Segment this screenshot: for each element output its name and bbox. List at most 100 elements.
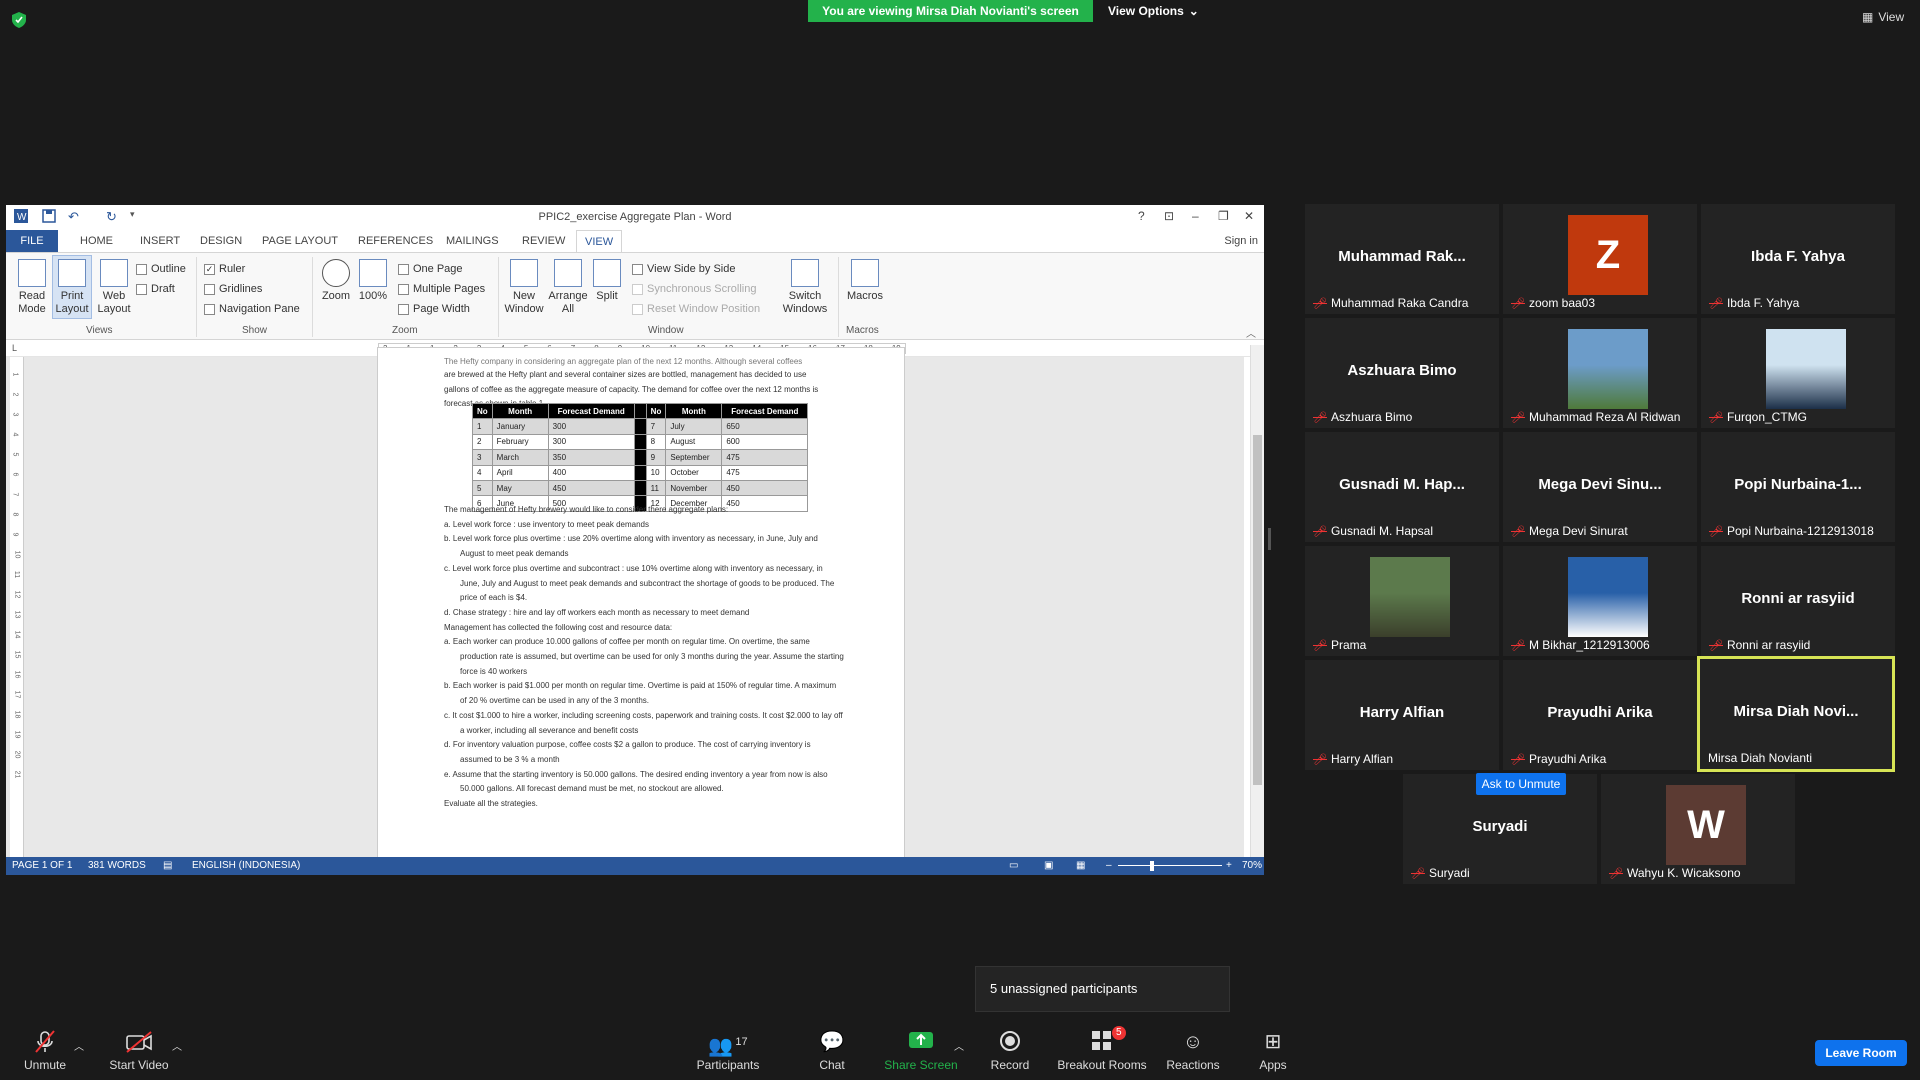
participant-tile[interactable]: Z 🎤︎ zoom baa03 (1503, 204, 1697, 314)
group-divider (196, 257, 197, 337)
tab-review[interactable]: REVIEW (514, 230, 573, 252)
muted-mic-icon: 🎤︎ (1511, 525, 1525, 538)
arrange-all-button[interactable]: Arrange All (546, 259, 590, 316)
participant-tile[interactable]: Aszhuara Bimo 🎤︎ Aszhuara Bimo (1305, 318, 1499, 428)
participant-tile[interactable]: Muhammad Rak... 🎤︎ Muhammad Raka Candra (1305, 204, 1499, 314)
breakout-rooms-button[interactable]: 5 Breakout Rooms (1056, 1026, 1148, 1072)
security-shield-icon[interactable] (12, 12, 28, 30)
leave-room-button[interactable]: Leave Room (1815, 1040, 1907, 1066)
page-count[interactable]: PAGE 1 OF 1 (12, 860, 72, 871)
tab-design[interactable]: DESIGN (192, 230, 250, 252)
scrollbar-thumb[interactable] (1253, 435, 1262, 785)
switch-windows-button[interactable]: Switch Windows (780, 259, 830, 316)
language[interactable]: ENGLISH (INDONESIA) (192, 860, 300, 871)
close-icon[interactable]: ✕ (1244, 209, 1254, 223)
document-page[interactable]: The Hefty company in considering an aggr… (377, 347, 905, 867)
sign-in-link[interactable]: Sign in (1224, 230, 1258, 252)
record-button[interactable]: Record (965, 1030, 1055, 1072)
audio-options-caret-icon[interactable]: ︿ (74, 1038, 84, 1053)
participant-tile[interactable]: 🎤︎ Furqon_CTMG (1701, 318, 1895, 428)
share-options-caret-icon[interactable]: ︿ (954, 1038, 964, 1053)
ruler-checkbox[interactable]: ✓ Ruler (204, 263, 245, 275)
vertical-ruler-tick: 1 (11, 372, 19, 377)
navigation-pane-checkbox[interactable]: Navigation Pane (204, 303, 300, 315)
collapse-ribbon-icon[interactable]: ︿ (1246, 325, 1256, 340)
participant-tile[interactable]: Gusnadi M. Hap... 🎤︎ Gusnadi M. Hapsal (1305, 432, 1499, 542)
read-mode-button[interactable]: Read Mode (10, 259, 54, 316)
minimize-icon[interactable]: – (1192, 209, 1199, 223)
split-label: Split (596, 290, 618, 302)
zoom-button[interactable]: Zoom (316, 259, 356, 303)
ask-to-unmute-button[interactable]: Ask to Unmute (1476, 773, 1566, 795)
page-width-button[interactable]: Page Width (398, 303, 470, 315)
multiple-pages-button[interactable]: Multiple Pages (398, 283, 485, 295)
video-options-caret-icon[interactable]: ︿ (172, 1038, 182, 1053)
participant-name: Muhammad Reza Al Ridwan (1528, 410, 1681, 424)
print-layout-status-icon[interactable]: ▣ (1044, 860, 1053, 871)
participant-name-label: 🎤︎ Muhammad Raka Candra (1313, 296, 1468, 310)
reactions-button[interactable]: ☺ Reactions (1148, 1030, 1238, 1072)
participant-tile[interactable]: Mirsa Diah Novi... Mirsa Diah Novianti (1697, 656, 1895, 772)
tab-references[interactable]: REFERENCES (350, 230, 441, 252)
tab-home[interactable]: HOME (72, 230, 121, 252)
outline-button[interactable]: Outline (136, 263, 186, 275)
vertical-ruler-tick: 13 (13, 610, 21, 619)
tab-page-layout[interactable]: PAGE LAYOUT (254, 230, 346, 252)
read-mode-status-icon[interactable]: ▭ (1009, 860, 1018, 871)
participant-tile[interactable]: Ronni ar rasyiid 🎤︎ Ronni ar rasyiid (1701, 546, 1895, 656)
view-options-button[interactable]: View Options ⌄ (1108, 0, 1212, 22)
apps-button[interactable]: ⊞ Apps (1228, 1030, 1318, 1072)
new-window-button[interactable]: New Window (502, 259, 546, 316)
tab-view[interactable]: VIEW (576, 230, 623, 252)
participant-tile[interactable]: Harry Alfian 🎤︎ Harry Alfian (1305, 660, 1499, 770)
participant-tile[interactable]: 🎤︎ Prama (1305, 546, 1499, 656)
tab-file[interactable]: FILE (6, 230, 58, 252)
participant-name: Ronni ar rasyiid (1726, 638, 1811, 652)
participant-tile[interactable]: 🎤︎ M Bikhar_1212913006 (1503, 546, 1697, 656)
participant-tile[interactable]: Ibda F. Yahya 🎤︎ Ibda F. Yahya (1701, 204, 1895, 314)
reset-window-position-button[interactable]: Reset Window Position (632, 303, 760, 315)
panel-resize-handle[interactable] (1268, 528, 1271, 550)
participant-tile[interactable]: Mega Devi Sinu... 🎤︎ Mega Devi Sinurat (1503, 432, 1697, 542)
participant-tile[interactable]: W 🎤︎ Wahyu K. Wicaksono (1601, 774, 1795, 884)
chat-button[interactable]: 💬 Chat (787, 1030, 877, 1072)
one-page-button[interactable]: One Page (398, 263, 463, 275)
zoom-100-button[interactable]: 100% (356, 259, 390, 303)
participant-name-label: 🎤︎ M Bikhar_1212913006 (1511, 638, 1650, 652)
zoom-slider-thumb[interactable] (1150, 861, 1154, 871)
proofing-icon[interactable]: ▤ (163, 860, 172, 871)
participant-tile[interactable]: 🎤︎ Muhammad Reza Al Ridwan (1503, 318, 1697, 428)
tab-mailings[interactable]: MAILINGS (438, 230, 507, 252)
print-layout-button[interactable]: Print Layout (52, 255, 92, 319)
synchronous-scrolling-button[interactable]: Synchronous Scrolling (632, 283, 756, 295)
ribbon-display-icon[interactable]: ⊡ (1164, 209, 1174, 223)
muted-mic-icon: 🎤︎ (1313, 639, 1327, 652)
zoom-percent[interactable]: 70% (1242, 860, 1262, 871)
view-side-by-side-button[interactable]: View Side by Side (632, 263, 735, 275)
zoom-slider-track[interactable] (1118, 865, 1222, 866)
participants-button[interactable]: 👥 17 Participants (683, 1030, 773, 1072)
participant-tile[interactable]: Popi Nurbaina-1... 🎤︎ Popi Nurbaina-121291… (1701, 432, 1895, 542)
split-button[interactable]: Split (590, 259, 624, 303)
help-icon[interactable]: ? (1138, 209, 1145, 223)
restore-icon[interactable]: ❐ (1218, 209, 1229, 223)
draft-button[interactable]: Draft (136, 283, 175, 295)
zoom-out-icon[interactable]: – (1106, 860, 1112, 871)
share-screen-button[interactable]: Share Screen (876, 1030, 966, 1072)
outline-icon (136, 263, 147, 275)
start-video-button[interactable]: Start Video (94, 1030, 184, 1072)
word-count[interactable]: 381 WORDS (88, 860, 146, 871)
shared-word-window[interactable]: W ↶ ↻ ▾ PPIC2_exercise Aggregate Plan - … (6, 205, 1264, 875)
vertical-scrollbar[interactable] (1250, 345, 1264, 857)
gridlines-checkbox[interactable]: Gridlines (204, 283, 262, 295)
web-layout-status-icon[interactable]: ▦ (1076, 860, 1085, 871)
document-area[interactable]: 1 2 3 4 5 6 7 8 9 10 11 12 13 14 15 16 17 18 19 20 21 The He… (6, 347, 1244, 867)
participant-name-label: 🎤︎ Prayudhi Arika (1511, 752, 1606, 766)
web-layout-button[interactable]: Web Layout (92, 259, 136, 316)
participant-tile[interactable]: Prayudhi Arika 🎤︎ Prayudhi Arika (1503, 660, 1697, 770)
macros-button[interactable]: Macros (842, 259, 888, 303)
tab-selector-icon[interactable]: L (12, 343, 17, 353)
zoom-in-icon[interactable]: + (1226, 860, 1232, 871)
tab-insert[interactable]: INSERT (132, 230, 188, 252)
view-layout-button[interactable]: ▦ View (1862, 10, 1904, 24)
